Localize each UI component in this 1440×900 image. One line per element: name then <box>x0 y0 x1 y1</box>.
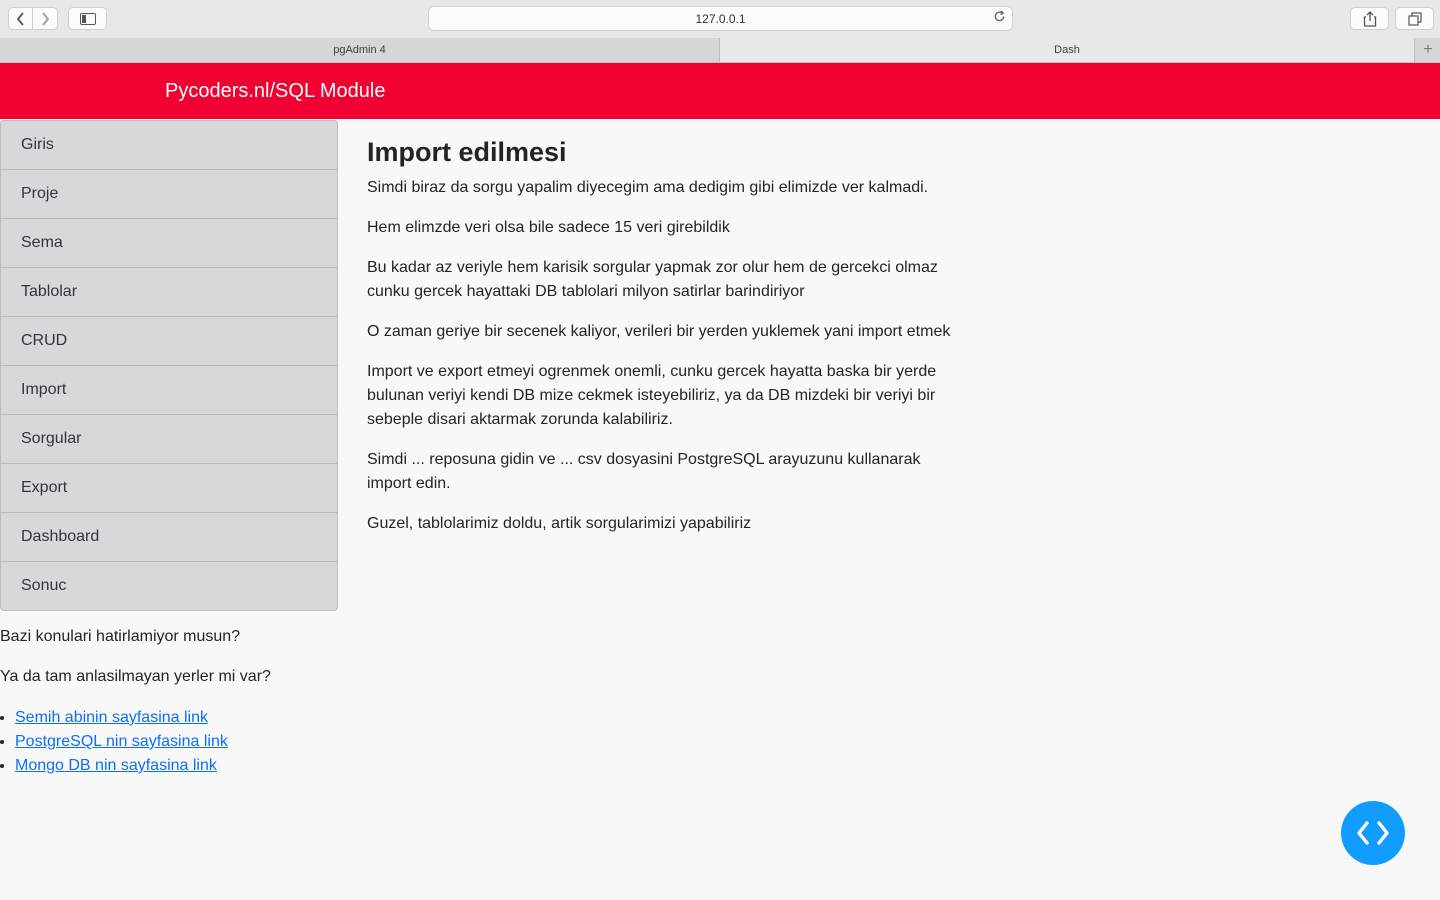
tab-label: pgAdmin 4 <box>333 44 386 56</box>
main-content: Import edilmesi Simdi biraz da sorgu yap… <box>367 134 957 552</box>
help-question: Ya da tam anlasilmayan yerler mi var? <box>0 668 271 685</box>
paragraph: Simdi biraz da sorgu yapalim diyecegim a… <box>367 179 929 196</box>
nav-menu: Giris Proje Sema Tablolar CRUD Import So… <box>0 120 338 611</box>
code-icon <box>1357 821 1389 845</box>
forward-button[interactable] <box>33 7 58 30</box>
tab-pgadmin[interactable]: pgAdmin 4 <box>0 38 720 62</box>
list-item: Mongo DB nin sayfasina link <box>15 754 228 778</box>
menu-item-sonuc[interactable]: Sonuc <box>1 562 337 610</box>
paragraph: Guzel, tablolarimiz doldu, artik sorgula… <box>367 515 752 532</box>
sidebar-icon <box>79 12 96 25</box>
paragraph: Bu kadar az veriyle hem karisik sorgular… <box>367 259 938 300</box>
menu-item-sema[interactable]: Sema <box>1 219 337 268</box>
paragraph: Simdi ... reposuna gidin ve ... csv dosy… <box>367 451 921 492</box>
tab-label: Dash <box>1054 44 1080 56</box>
menu-item-dashboard[interactable]: Dashboard <box>1 513 337 562</box>
debug-menu-button[interactable] <box>1341 801 1405 865</box>
share-icon <box>1363 10 1376 27</box>
sidebar-toggle-button[interactable] <box>68 7 107 30</box>
postgresql-page-link[interactable]: PostgreSQL nin sayfasina link <box>15 733 228 750</box>
paragraph: Import ve export etmeyi ogrenmek onemli,… <box>367 363 937 428</box>
new-tab-button[interactable]: + <box>1414 38 1440 62</box>
menu-item-export[interactable]: Export <box>1 464 337 513</box>
list-item: Semih abinin sayfasina link <box>15 706 228 730</box>
tab-strip: pgAdmin 4 Dash + <box>0 38 1440 63</box>
menu-item-giris[interactable]: Giris <box>1 121 337 170</box>
url-text: 127.0.0.1 <box>695 11 746 26</box>
tab-overview-button[interactable] <box>1395 7 1434 30</box>
menu-item-sorgular[interactable]: Sorgular <box>1 415 337 464</box>
mongodb-page-link[interactable]: Mongo DB nin sayfasina link <box>15 757 217 774</box>
resource-links: Semih abinin sayfasina link PostgreSQL n… <box>0 706 228 778</box>
chevron-right-icon <box>42 11 50 26</box>
list-item: PostgreSQL nin sayfasina link <box>15 730 228 754</box>
tab-dash[interactable]: Dash <box>720 38 1414 62</box>
share-button[interactable] <box>1350 7 1389 30</box>
paragraph: Hem elimzde veri olsa bile sadece 15 ver… <box>367 219 730 236</box>
menu-item-import[interactable]: Import <box>1 366 337 415</box>
browser-toolbar: 127.0.0.1 <box>0 0 1440 39</box>
menu-item-crud[interactable]: CRUD <box>1 317 337 366</box>
brand-title[interactable]: Pycoders.nl/SQL Module <box>165 63 385 119</box>
page-title: Import edilmesi <box>367 137 567 167</box>
tabs-icon <box>1407 11 1422 26</box>
plus-icon: + <box>1423 41 1433 58</box>
address-bar[interactable]: 127.0.0.1 <box>428 6 1013 31</box>
menu-item-tablolar[interactable]: Tablolar <box>1 268 337 317</box>
chevron-left-icon <box>16 11 24 26</box>
reload-icon[interactable] <box>993 10 1006 26</box>
help-question: Bazi konulari hatirlamiyor musun? <box>0 628 241 645</box>
back-button[interactable] <box>8 7 33 30</box>
paragraph: O zaman geriye bir secenek kaliyor, veri… <box>367 323 951 340</box>
semih-page-link[interactable]: Semih abinin sayfasina link <box>15 709 208 726</box>
menu-item-proje[interactable]: Proje <box>1 170 337 219</box>
app-header: Pycoders.nl/SQL Module <box>0 63 1440 119</box>
